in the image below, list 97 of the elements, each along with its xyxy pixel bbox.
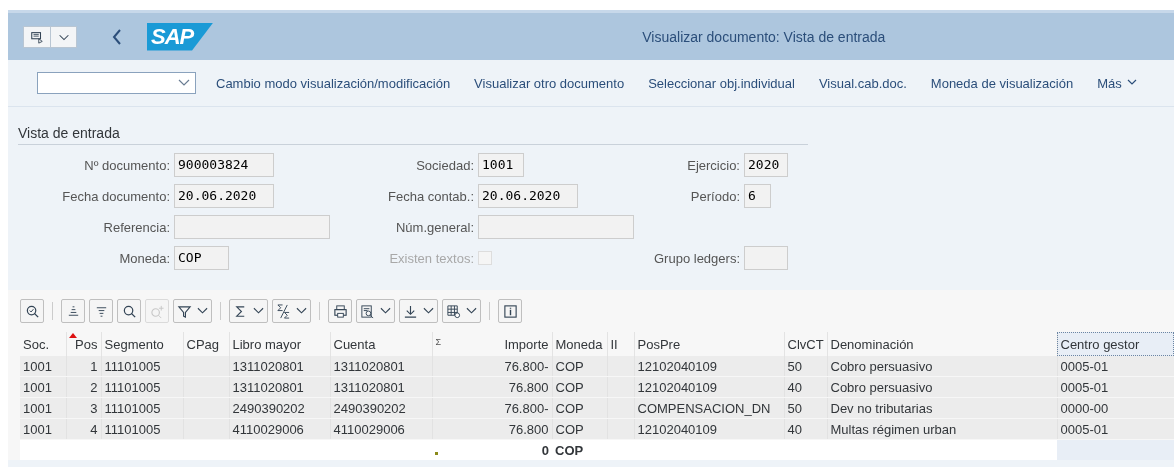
command-field[interactable] — [37, 72, 196, 94]
table-cell: 12102040109 — [634, 356, 784, 377]
field-label: Fecha contab.: — [387, 188, 474, 204]
table-cell: 0005-01 — [1057, 356, 1174, 377]
table-cell: Multas régimen urban — [827, 418, 1057, 440]
field-label: Ejercicio: — [686, 157, 740, 173]
column-header[interactable]: Segmento — [101, 332, 183, 356]
field-label: Existen textos: — [388, 250, 474, 266]
section-title: Vista de entrada — [18, 125, 808, 145]
chevron-down-icon — [423, 307, 434, 315]
input-field[interactable]: COP — [174, 246, 229, 270]
column-header[interactable]: Cuenta — [330, 332, 432, 356]
input-field[interactable]: 2020 — [744, 153, 788, 177]
total-currency: COP — [555, 442, 584, 458]
export-button[interactable] — [399, 299, 438, 323]
input-field[interactable]: 6 — [744, 184, 771, 208]
chevron-down-icon — [380, 307, 391, 315]
field-label: Sociedad: — [415, 157, 474, 173]
total-marker-icon — [435, 451, 438, 455]
view-icon — [360, 303, 375, 319]
sort-up-button[interactable] — [61, 299, 85, 323]
table-cell: 1001 — [20, 356, 66, 377]
field-label: Fecha documento: — [61, 188, 170, 204]
table-cell: 11101005 — [101, 356, 183, 377]
search-next-icon — [149, 303, 165, 319]
toolbar-button[interactable]: Visual.cab.doc. — [818, 75, 907, 91]
field-label: Núm.general: — [394, 219, 474, 235]
table-cell: 1311020801 — [229, 356, 330, 377]
sum-button[interactable] — [229, 299, 268, 323]
chevron-down-icon — [296, 307, 307, 315]
menu-icon — [30, 29, 44, 44]
filter-icon — [177, 303, 192, 319]
input-field[interactable]: 900003824 — [174, 153, 274, 177]
field-label: Moneda: — [118, 250, 170, 266]
filter-button[interactable] — [173, 299, 212, 323]
table-cell: 50 — [784, 356, 827, 377]
chevron-down-icon — [178, 79, 190, 87]
subtotal-icon — [276, 303, 291, 319]
column-header[interactable]: Σ Importe — [432, 332, 552, 356]
info-button[interactable] — [498, 299, 522, 323]
field-label: Período: — [689, 188, 740, 204]
logo: SAP — [147, 22, 214, 51]
field-label: Referencia: — [102, 219, 170, 235]
print-icon — [332, 303, 348, 319]
layout-button[interactable] — [442, 299, 481, 323]
chevron-down-icon — [466, 307, 477, 315]
input-field[interactable] — [478, 215, 634, 239]
table-cell: Cobro persuasivo — [827, 376, 1057, 398]
more-button[interactable]: Más — [1097, 75, 1137, 91]
sort-indicator-icon — [68, 333, 77, 338]
toolbar-button[interactable]: Cambio modo visualización/modificación — [216, 75, 451, 91]
field-label: Grupo ledgers: — [653, 250, 740, 266]
column-header[interactable]: Denominación — [827, 332, 1057, 356]
table-cell: 1001 — [20, 397, 66, 419]
view-button[interactable] — [356, 299, 395, 323]
table-cell: Cobro persuasivo — [827, 356, 1057, 377]
input-field[interactable]: 20.06.2020 — [174, 184, 274, 208]
table-cell: 1001 — [20, 418, 66, 440]
chevron-down-icon — [197, 307, 208, 315]
column-header[interactable]: CPag — [183, 332, 229, 356]
details-icon — [24, 303, 40, 319]
toolbar-button[interactable]: Seleccionar obj.individual — [648, 75, 795, 91]
table-cell: COP — [552, 356, 607, 377]
input-field[interactable] — [744, 246, 788, 270]
field-label: Nº documento: — [83, 157, 170, 173]
column-header[interactable]: II — [607, 332, 634, 356]
info-icon — [502, 303, 518, 319]
column-header[interactable]: ClvCT — [784, 332, 827, 356]
table-cell: Dev no tributarias — [827, 397, 1057, 419]
table-cell: 1 — [66, 356, 101, 377]
column-header[interactable]: Moneda — [552, 332, 607, 356]
table-cell: 1001 — [20, 376, 66, 398]
column-header[interactable]: Centro gestor — [1057, 332, 1174, 356]
sort-down-button[interactable] — [89, 299, 113, 323]
total-amount: 0 — [541, 442, 549, 458]
column-header[interactable]: Pos — [66, 332, 101, 356]
window-title: Visualizar documento: Vista de entrada — [642, 28, 886, 45]
toolbar-button[interactable]: Visualizar otro documento — [474, 75, 625, 91]
search-button[interactable] — [117, 299, 141, 323]
layout-icon — [446, 303, 461, 319]
column-header[interactable]: Libro mayor — [229, 332, 330, 356]
toolbar-button[interactable]: Moneda de visualización — [930, 75, 1074, 91]
print-button[interactable] — [328, 299, 352, 323]
details-button[interactable] — [20, 299, 44, 323]
input-field[interactable]: 1001 — [478, 153, 524, 177]
export-icon — [403, 303, 418, 319]
column-header[interactable]: Soc. — [20, 332, 66, 356]
table-cell: 76.800- — [432, 356, 552, 377]
search-icon — [121, 303, 137, 319]
table-cell: 1311020801 — [330, 356, 432, 377]
column-header[interactable]: PosPre — [634, 332, 784, 356]
chevron-down-icon — [253, 307, 264, 315]
subtotal-button[interactable] — [272, 299, 311, 323]
chevron-down-icon — [1126, 79, 1137, 87]
input-field[interactable] — [174, 215, 330, 239]
menu-button[interactable] — [23, 25, 51, 48]
input-field[interactable]: 20.06.2020 — [478, 184, 578, 208]
